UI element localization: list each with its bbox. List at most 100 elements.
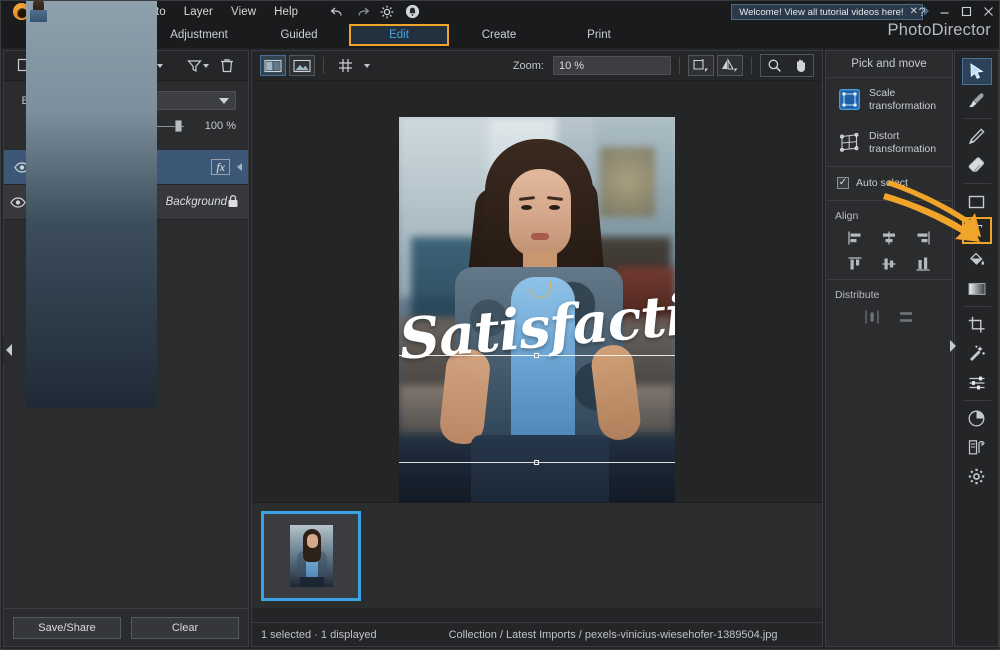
menu-item-help[interactable]: Help: [265, 4, 307, 20]
checkbox-box[interactable]: ✓: [837, 177, 849, 189]
align-center-horizontal-icon[interactable]: [879, 229, 899, 247]
align-bottom-icon[interactable]: [913, 255, 933, 273]
notification-bell-icon[interactable]: [404, 4, 420, 20]
menu-item-view[interactable]: View: [222, 4, 265, 20]
tab-create[interactable]: Create: [449, 24, 549, 46]
tool-rail-divider: [963, 183, 991, 184]
notification-banner[interactable]: Welcome! View all tutorial videos here! …: [731, 4, 923, 20]
photodirector-window: File Edit Photo Layer View Help Welcome!…: [0, 0, 1000, 650]
scale-transformation-label: Scale transformation: [869, 87, 936, 112]
align-right-icon[interactable]: [913, 229, 933, 247]
distribute-section-title: Distribute: [826, 282, 952, 304]
text-layer-selection-box[interactable]: [399, 355, 675, 463]
eye-visibility-icon[interactable]: [10, 197, 26, 208]
toolbar-divider: [751, 57, 752, 74]
filmstrip: [252, 502, 822, 608]
chevron-left-icon[interactable]: [237, 163, 242, 171]
filter-icon[interactable]: [184, 55, 211, 77]
menu-item-layer[interactable]: Layer: [175, 4, 222, 20]
rotate-icon[interactable]: [688, 55, 714, 76]
tab-print[interactable]: Print: [549, 24, 649, 46]
chevron-left-icon: [6, 344, 12, 356]
clear-button[interactable]: Clear: [131, 617, 239, 639]
layer-fx-badge[interactable]: fx: [211, 159, 230, 175]
panel-title: Pick and move: [826, 51, 952, 78]
resize-handle-bottom-center[interactable]: [534, 460, 539, 465]
pick-and-move-tool-icon[interactable]: [962, 58, 992, 85]
pencil-tool-icon[interactable]: [962, 123, 992, 150]
scale-transformation-icon: [838, 89, 860, 111]
canvas-area: Zoom: 10 %: [251, 50, 823, 647]
hand-tool-icon[interactable]: [787, 55, 813, 76]
layer-order-icon[interactable]: [962, 434, 992, 461]
tab-adjustment[interactable]: Adjustment: [149, 24, 249, 46]
tab-edit[interactable]: Edit: [349, 24, 449, 46]
chevron-down-icon[interactable]: [361, 55, 371, 76]
top-quick-icons: [329, 4, 420, 20]
close-button[interactable]: [977, 1, 999, 22]
distort-transformation-option[interactable]: Distort transformation: [826, 121, 952, 164]
scale-transformation-option[interactable]: Scale transformation: [826, 78, 952, 121]
layer-thumbnail-photo: [26, 0, 157, 408]
layers-list: T Satisfaction fx Background: [4, 150, 248, 220]
zoom-select[interactable]: 10 %: [553, 56, 671, 75]
maximize-button[interactable]: [955, 1, 977, 22]
right-panel-collapse-button[interactable]: [948, 334, 958, 358]
selection-info: 1 selected · 1 displayed: [261, 629, 377, 641]
label-line-2: transformation: [869, 143, 936, 156]
settings-gear-icon[interactable]: [962, 463, 992, 490]
magic-wand-tool-icon[interactable]: [962, 340, 992, 367]
left-panel-collapse-button[interactable]: [3, 335, 15, 365]
label-line-1: Scale: [869, 87, 936, 100]
crop-tool-icon[interactable]: [962, 311, 992, 338]
auto-select-checkbox[interactable]: ✓ Auto select: [826, 169, 952, 198]
flip-icon[interactable]: [717, 55, 743, 76]
tab-guided[interactable]: Guided: [249, 24, 349, 46]
minimize-button[interactable]: [933, 1, 955, 22]
distort-transformation-label: Distort transformation: [869, 130, 936, 155]
brush-tool-icon[interactable]: [962, 87, 992, 114]
chevron-down-icon[interactable]: [157, 64, 163, 68]
label-line-1: Distort: [869, 130, 936, 143]
opacity-value: 100 %: [192, 120, 236, 132]
compare-view-icon[interactable]: [260, 55, 286, 76]
magnifier-icon[interactable]: [761, 55, 787, 76]
opacity-slider-knob[interactable]: [175, 120, 182, 132]
gear-icon[interactable]: [379, 4, 395, 20]
gradient-tool-icon[interactable]: [962, 275, 992, 302]
resize-handle-top-center[interactable]: [534, 353, 539, 358]
save-share-button[interactable]: Save/Share: [13, 617, 121, 639]
delete-layer-icon[interactable]: [213, 55, 240, 77]
panel-divider: [826, 200, 952, 201]
subject-lips: [531, 233, 549, 240]
tool-rail-divider: [963, 306, 991, 307]
edited-photo[interactable]: Satisfaction: [399, 117, 675, 529]
grid-overlay-icon[interactable]: [332, 55, 358, 76]
paint-bucket-tool-icon[interactable]: [962, 246, 992, 273]
toolbar-divider: [323, 57, 324, 74]
single-view-icon[interactable]: [289, 55, 315, 76]
chevron-down-icon[interactable]: [203, 64, 209, 68]
distribute-horizontal-icon[interactable]: [862, 308, 882, 326]
eraser-tool-icon[interactable]: [962, 152, 992, 179]
tool-rail-divider: [963, 400, 991, 401]
filmstrip-thumbnail[interactable]: [261, 511, 361, 601]
layer-name-background: Background: [166, 196, 227, 208]
adjustment-sliders-icon[interactable]: [962, 369, 992, 396]
help-button[interactable]: ?: [911, 1, 933, 22]
opacity-pie-icon[interactable]: [962, 405, 992, 432]
photo-canvas[interactable]: Satisfaction: [252, 81, 822, 564]
redo-icon[interactable]: [354, 4, 370, 20]
shape-tool-icon[interactable]: [962, 188, 992, 215]
layers-panel-buttons: Save/Share Clear: [4, 608, 248, 646]
align-left-icon[interactable]: [845, 229, 865, 247]
text-tool-icon[interactable]: T: [962, 217, 992, 244]
layer-row-background[interactable]: Background: [4, 185, 248, 220]
align-top-icon[interactable]: [845, 255, 865, 273]
distribute-vertical-icon[interactable]: [896, 308, 916, 326]
align-middle-vertical-icon[interactable]: [879, 255, 899, 273]
align-section-title: Align: [826, 203, 952, 225]
lock-icon[interactable]: [227, 194, 239, 211]
background-blur-shape: [600, 147, 655, 217]
undo-icon[interactable]: [329, 4, 345, 20]
